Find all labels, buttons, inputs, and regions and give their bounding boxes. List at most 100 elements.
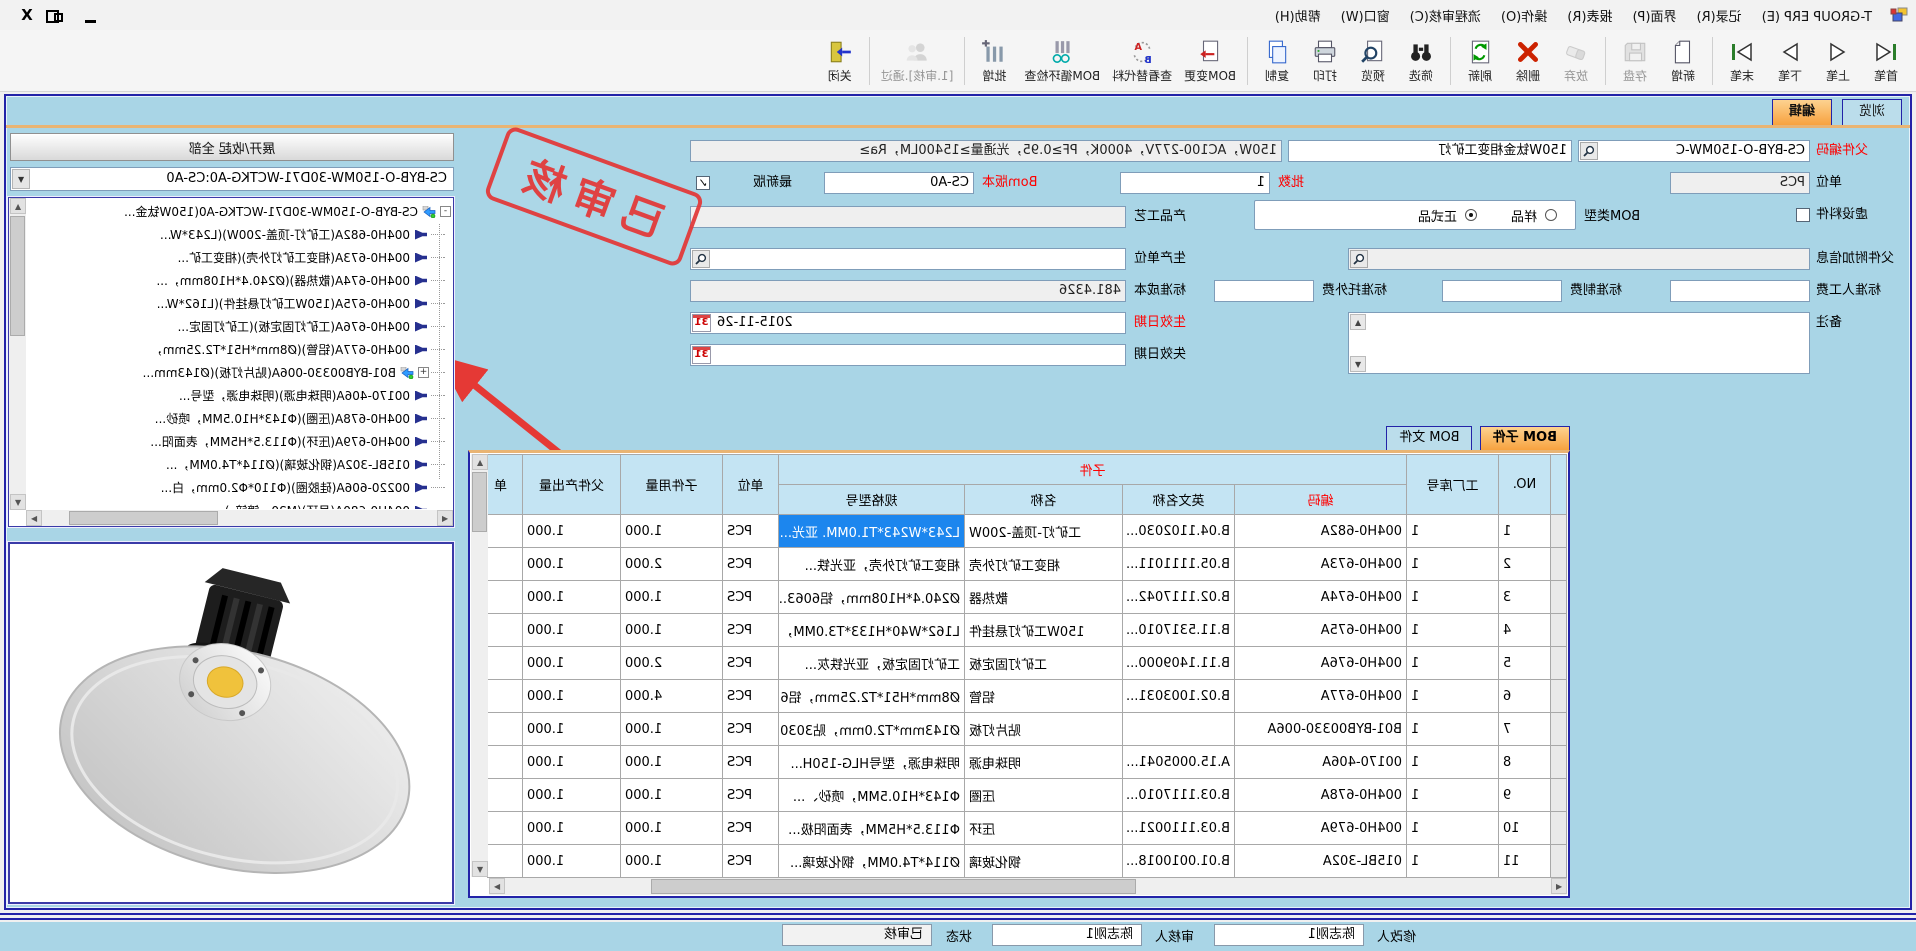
cell-no[interactable]: 9 [1499, 779, 1551, 812]
cell-factory[interactable]: 1 [1407, 647, 1499, 680]
menu-item-6[interactable]: 窗口(W) [1331, 7, 1400, 28]
labor-cost-field[interactable] [1670, 280, 1810, 302]
cell-spec[interactable]: 工矿灯固定板，亚光铁灰... [778, 647, 964, 680]
cell-name[interactable]: 明珠电源 [965, 746, 1123, 779]
tree-item[interactable]: 004H0-680A(吊环)(M20，镀锌。) [27, 499, 451, 509]
cell-extra[interactable] [487, 647, 522, 680]
toolbar-button-close[interactable]: 关闭 [816, 33, 864, 89]
bom-version-field[interactable]: CS-A0 [824, 172, 974, 194]
cell-spec[interactable]: 相变工矿灯外壳，亚光铁... [778, 548, 964, 581]
cell-parent-qty[interactable]: 1.000 [522, 779, 620, 812]
remark-textarea[interactable]: ▲ ▼ [1348, 312, 1810, 374]
cell-no[interactable]: 5 [1499, 647, 1551, 680]
sample-radio[interactable] [1545, 209, 1557, 221]
cell-no[interactable]: 11 [1499, 845, 1551, 878]
toolbar-button-nav-prev[interactable]: 上笔 [1814, 33, 1862, 89]
scroll-left-icon[interactable]: ◀ [437, 510, 453, 526]
cell-qty[interactable]: 2.000 [620, 647, 722, 680]
col-child-qty[interactable]: 子件用量 [620, 455, 722, 515]
cell-code[interactable]: 004H0-682A [1235, 515, 1407, 548]
cell-qty[interactable]: 1.000 [620, 515, 722, 548]
cell-unit[interactable]: PCS [722, 647, 778, 680]
menu-item-5[interactable]: 流程审核(C) [1400, 7, 1491, 28]
cell-code[interactable]: 004H0-678A [1235, 779, 1407, 812]
cell-unit[interactable]: PCS [722, 515, 778, 548]
latest-version-checkbox[interactable]: ✓ [696, 176, 710, 190]
menu-item-2[interactable]: 界面(P) [1623, 7, 1687, 28]
cell-code[interactable]: 004H0-673A [1235, 548, 1407, 581]
bom-selector-combo[interactable]: CS-BYB-O-150MW-30D71-WCTKG-A0:CS-A0 ▼ [10, 167, 454, 191]
cell-extra[interactable] [487, 581, 522, 614]
cell-qty[interactable]: 1.000 [620, 614, 722, 647]
tree-horizontal-scrollbar[interactable]: ◀ ▶ [26, 510, 453, 526]
cell-parent-qty[interactable]: 1.000 [522, 746, 620, 779]
toolbar-button-preview[interactable]: 预览 [1349, 33, 1397, 89]
col-no[interactable]: NO. [1499, 455, 1551, 515]
cell-name[interactable]: 贴片灯板 [965, 713, 1123, 746]
cell-spec[interactable]: Ø240.4*H108mm，铝6063... [778, 581, 964, 614]
effective-date-field[interactable]: 2015-11-26 31 [690, 312, 1126, 334]
row-indicator-header[interactable] [1551, 455, 1567, 515]
cell-unit[interactable]: PCS [722, 614, 778, 647]
cell-spec[interactable]: L243*W243*T1.0MM. 亚光... [778, 515, 964, 548]
scroll-up-icon[interactable]: ▲ [472, 454, 488, 470]
parent-code-field[interactable]: CS-BYB-O-150MW-C [1578, 140, 1810, 162]
cell-extra[interactable] [487, 680, 522, 713]
cell-factory[interactable]: 1 [1407, 845, 1499, 878]
toolbar-button-bom-check[interactable]: BOM循环检查 [1018, 33, 1106, 89]
tree-item[interactable]: 00170-406A(明珠电源)(明珠电源，型号... [27, 384, 451, 407]
cell-parent-qty[interactable]: 1.000 [522, 581, 620, 614]
search-icon[interactable] [692, 250, 710, 268]
cell-extra[interactable] [487, 548, 522, 581]
cell-code[interactable]: 004H0-677A [1235, 680, 1407, 713]
cell-no[interactable]: 2 [1499, 548, 1551, 581]
prod-unit-field[interactable] [690, 248, 1126, 270]
col-parent-qty[interactable]: 父件产出量 [522, 455, 620, 515]
cell-factory[interactable]: 1 [1407, 515, 1499, 548]
calendar-icon[interactable]: 31 [692, 314, 711, 332]
search-icon[interactable] [1350, 250, 1368, 268]
cell-factory[interactable]: 1 [1407, 779, 1499, 812]
tree-item[interactable]: 004H0-673A(相变工矿灯外壳)(相变工矿... [27, 246, 451, 269]
cell-name[interactable]: 相变工矿灯外壳 [965, 548, 1123, 581]
expire-date-field[interactable]: 31 [690, 344, 1126, 366]
tree-root-item[interactable]: -CS-BYB-O-150MW-30D71-WCTKG-A0(150W钛金... [27, 200, 451, 223]
cell-code[interactable]: 004H0-674A [1235, 581, 1407, 614]
cell-parent-qty[interactable]: 1.000 [522, 614, 620, 647]
scroll-right-icon[interactable]: ▶ [26, 510, 42, 526]
cell-unit[interactable]: PCS [722, 812, 778, 845]
outsource-cost-field[interactable] [1214, 280, 1314, 302]
menu-item-4[interactable]: 操作(O) [1491, 7, 1557, 28]
cell-en-name[interactable]: B.11.5317010... [1123, 614, 1235, 647]
cell-extra[interactable] [487, 812, 522, 845]
cell-code[interactable]: 004H0-675A [1235, 614, 1407, 647]
batch-field[interactable]: 1 [1120, 172, 1270, 194]
expand-collapse-all-button[interactable]: 展开/收起 全部 [10, 133, 454, 161]
cell-name[interactable]: 压圈 [965, 779, 1123, 812]
cell-spec[interactable]: Ø8mm*H51*T2.25mm，铝6... [778, 680, 964, 713]
cell-spec[interactable]: Ø114*T4.0MM，钢化玻璃... [778, 845, 964, 878]
cell-qty[interactable]: 2.000 [620, 548, 722, 581]
cell-parent-qty[interactable]: 1.000 [522, 812, 620, 845]
row-indicator[interactable] [1551, 812, 1567, 845]
col-factory[interactable]: 工厂库号 [1407, 455, 1499, 515]
cell-name[interactable]: 工矿灯-顶盖-200W [965, 515, 1123, 548]
tree-item[interactable]: 00220-606A(硅胶圈)(Φ110*Φ2.0mm，白... [27, 476, 451, 499]
scroll-down-icon[interactable]: ▼ [10, 494, 26, 510]
cell-code[interactable]: 00170-406A [1235, 746, 1407, 779]
row-indicator[interactable] [1551, 647, 1567, 680]
cell-code[interactable]: 004H0-679A [1235, 812, 1407, 845]
cell-extra[interactable] [487, 845, 522, 878]
cell-qty[interactable]: 4.000 [620, 680, 722, 713]
table-vertical-scrollbar[interactable]: ▲ ▼ [471, 454, 488, 877]
cell-unit[interactable]: PCS [722, 680, 778, 713]
scrollbar-thumb[interactable] [10, 216, 25, 336]
cell-unit[interactable]: PCS [722, 713, 778, 746]
menu-item-7[interactable]: 帮助(H) [1265, 7, 1331, 28]
row-indicator[interactable] [1551, 515, 1567, 548]
cell-en-name[interactable]: B.03.1110021... [1123, 812, 1235, 845]
calendar-icon[interactable]: 31 [692, 346, 711, 364]
cell-parent-qty[interactable]: 1.000 [522, 713, 620, 746]
row-indicator[interactable] [1551, 713, 1567, 746]
col-spec[interactable]: 规格型号 [778, 485, 964, 515]
